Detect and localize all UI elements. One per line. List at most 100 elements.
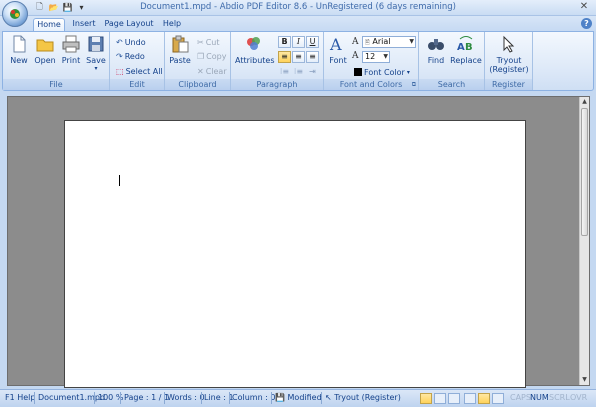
clear-x-icon: ✕: [197, 66, 204, 76]
find-button[interactable]: Find: [424, 35, 448, 65]
paste-button[interactable]: Paste: [169, 35, 191, 65]
attributes-button[interactable]: Attributes: [235, 35, 275, 65]
copy-button[interactable]: ❐ Copy: [197, 50, 226, 62]
status-divider: [120, 392, 121, 404]
italic-button[interactable]: I: [292, 36, 305, 48]
indent-button[interactable]: ⇥: [306, 66, 319, 78]
save-label: Save: [86, 56, 106, 65]
ribbon-tabs: Home Insert Page Layout Help ?: [0, 16, 596, 31]
font-name-dropdown-icon: ▼: [409, 38, 414, 45]
disk-icon: 💾: [275, 393, 285, 402]
replace-ab-icon: AB: [457, 36, 473, 53]
font-size-shrink-icon[interactable]: A: [352, 51, 359, 61]
status-tryout[interactable]: ↖ Tryout (Register): [325, 393, 401, 402]
bold-button[interactable]: B: [278, 36, 291, 48]
new-button[interactable]: New: [7, 35, 31, 65]
tab-home[interactable]: Home: [33, 18, 65, 31]
font-button[interactable]: A Font: [327, 35, 349, 65]
font-size-grow-icon[interactable]: A: [352, 37, 359, 47]
open-label: Open: [34, 56, 56, 65]
save-dropdown-arrow-icon: ▾: [94, 65, 98, 72]
group-edit: ↶ Undo ↷ Redo ⬚ Select All Edit: [110, 32, 165, 90]
redo-arrow-icon: ↷: [116, 51, 123, 61]
font-icon: A: [329, 35, 342, 53]
binoculars-icon: [428, 39, 444, 50]
align-right-button[interactable]: ≡: [306, 51, 319, 63]
clear-button[interactable]: ✕ Clear: [197, 65, 227, 77]
vertical-scrollbar[interactable]: ▲ ▼: [579, 97, 589, 385]
group-register: Tryout (Register) Register: [485, 32, 533, 90]
undo-label: Undo: [124, 37, 146, 47]
cut-button[interactable]: ✂ Cut: [197, 36, 220, 48]
scroll-lock-indicator: SCRL: [549, 393, 570, 402]
replace-button[interactable]: AB Replace: [450, 35, 482, 65]
group-clipboard: Paste ✂ Cut ❐ Copy ✕ Clear Clipboard: [165, 32, 231, 90]
save-button[interactable]: Save ▾: [84, 35, 108, 72]
group-label-edit: Edit: [110, 79, 164, 90]
paste-label: Paste: [169, 56, 191, 65]
view-page-button[interactable]: [464, 393, 476, 404]
svg-text:A: A: [457, 42, 465, 53]
view-web-button[interactable]: [492, 393, 504, 404]
numbering-button[interactable]: ⁝≡: [292, 66, 305, 78]
window-title: Document1.mpd - Abdio PDF Editor 8.6 - U…: [140, 2, 456, 12]
font-name-combobox[interactable]: 🖹 Arial ▼: [362, 36, 416, 48]
view-align-right-button[interactable]: [448, 393, 460, 404]
document-page[interactable]: [64, 120, 526, 388]
application-menu-button[interactable]: [2, 1, 28, 27]
dialog-launcher-icon[interactable]: ⧉: [412, 81, 416, 89]
document-workspace: ▲ ▼: [7, 96, 590, 388]
open-folder-icon: [36, 39, 54, 52]
view-draft-button[interactable]: [478, 393, 490, 404]
undo-arrow-icon: ↶: [116, 37, 123, 47]
font-color-button[interactable]: Font Color ▾: [354, 66, 410, 78]
scroll-up-arrow-icon[interactable]: ▲: [580, 97, 589, 107]
copy-label: Copy: [206, 51, 227, 61]
cut-label: Cut: [205, 37, 220, 47]
title-bar: 🗋 📂 💾 ▾ Document1.mpd - Abdio PDF Editor…: [0, 0, 596, 16]
select-all-button[interactable]: ⬚ Select All: [116, 65, 163, 77]
bullet-list-icon: ⁝≡: [279, 67, 290, 76]
font-label: Font: [329, 56, 347, 65]
status-divider: [201, 392, 202, 404]
view-align-left-button[interactable]: [420, 393, 432, 404]
status-divider: [34, 392, 35, 404]
scrollbar-thumb[interactable]: [581, 108, 588, 236]
help-question-icon[interactable]: ?: [581, 18, 592, 29]
group-label-search: Search: [419, 79, 484, 90]
new-document-icon: [13, 35, 26, 53]
font-size-value: 12: [365, 52, 376, 61]
font-size-combobox[interactable]: 12 ▼: [362, 51, 390, 63]
status-divider: [321, 392, 322, 404]
close-window-button[interactable]: ✕: [578, 1, 590, 13]
redo-button[interactable]: ↷ Redo: [116, 50, 145, 62]
status-divider: [229, 392, 230, 404]
status-divider: [164, 392, 165, 404]
scroll-down-arrow-icon[interactable]: ▼: [580, 375, 589, 385]
find-label: Find: [427, 56, 445, 65]
view-align-center-button[interactable]: [434, 393, 446, 404]
font-type-icon: 🖹: [365, 39, 370, 46]
floppy-disk-icon: [88, 36, 104, 52]
group-label-paragraph: Paragraph: [231, 79, 323, 90]
align-center-button[interactable]: ≡: [292, 51, 305, 63]
align-left-button[interactable]: ≡: [278, 51, 291, 63]
status-column: Column : 0: [232, 393, 276, 402]
group-paragraph: Attributes B I U ≡ ≡ ≡ ⁝≡ ⁝≡ ⇥ Paragraph: [231, 32, 324, 90]
tab-page-layout[interactable]: Page Layout: [104, 18, 154, 31]
open-button[interactable]: Open: [33, 35, 57, 65]
tryout-register-button[interactable]: Tryout (Register): [488, 35, 530, 74]
tab-help[interactable]: Help: [160, 18, 184, 31]
tab-insert[interactable]: Insert: [70, 18, 98, 31]
align-right-icon: ≡: [309, 52, 316, 61]
caps-lock-indicator: CAPS: [510, 393, 531, 402]
num-lock-indicator: NUM: [530, 393, 549, 402]
undo-button[interactable]: ↶ Undo: [116, 36, 146, 48]
underline-button[interactable]: U: [306, 36, 319, 48]
svg-text:B: B: [465, 42, 473, 53]
status-divider: [271, 392, 272, 404]
bullets-button[interactable]: ⁝≡: [278, 66, 291, 78]
status-modified-label: Modified: [287, 393, 322, 402]
app-logo-icon: [10, 9, 20, 19]
print-button[interactable]: Print: [59, 35, 83, 65]
